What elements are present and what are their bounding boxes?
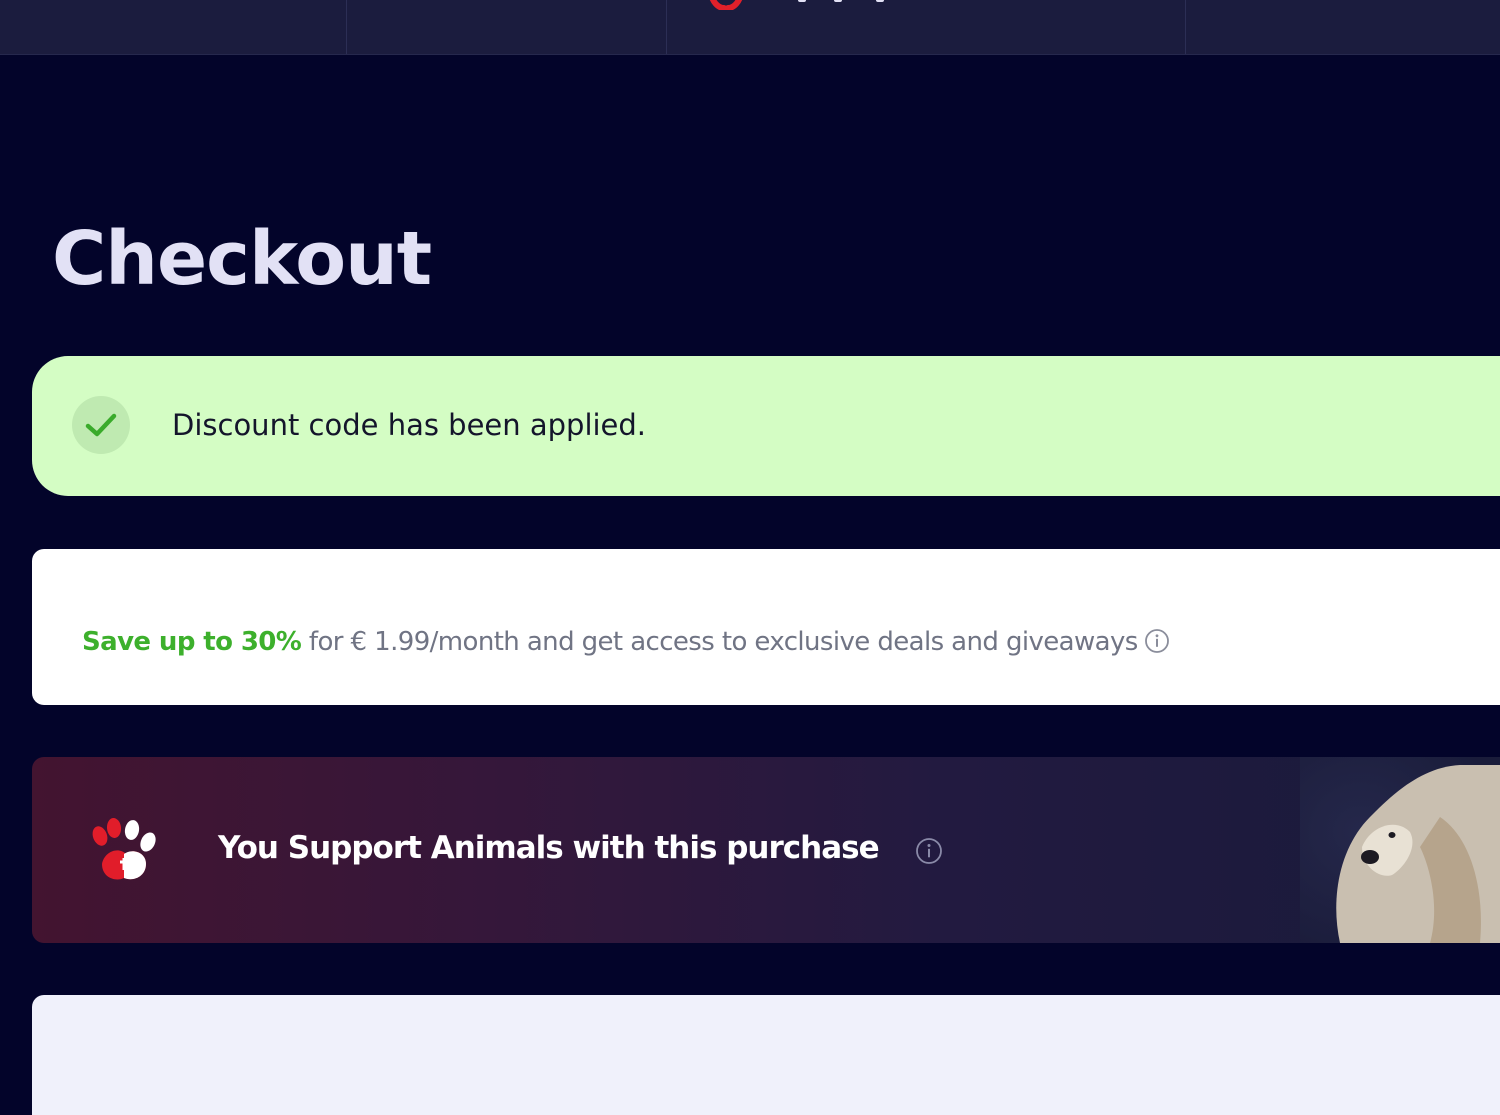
dog-photo (1300, 757, 1500, 943)
info-icon[interactable] (915, 837, 943, 865)
top-navigation-bar (0, 0, 1500, 55)
check-icon (85, 413, 117, 437)
logo-icon[interactable] (706, 0, 746, 10)
check-icon-badge (72, 396, 130, 454)
page-title: Checkout (52, 216, 432, 302)
nav-divider (1185, 0, 1186, 54)
nav-divider (666, 0, 667, 54)
logo-text-fragment (798, 0, 884, 2)
support-message: You Support Animals with this purchase (218, 830, 880, 866)
promo-highlight: Save up to 30% (82, 627, 302, 657)
info-icon[interactable] (1144, 628, 1170, 654)
promo-description: for € 1.99/month and get access to exclu… (301, 627, 1138, 657)
order-summary-card (32, 995, 1500, 1115)
promo-line: Save up to 30% for € 1.99/month and get … (82, 627, 1170, 657)
paw-icon (92, 818, 156, 880)
alert-message: Discount code has been applied. (172, 408, 647, 442)
nav-divider (346, 0, 347, 54)
